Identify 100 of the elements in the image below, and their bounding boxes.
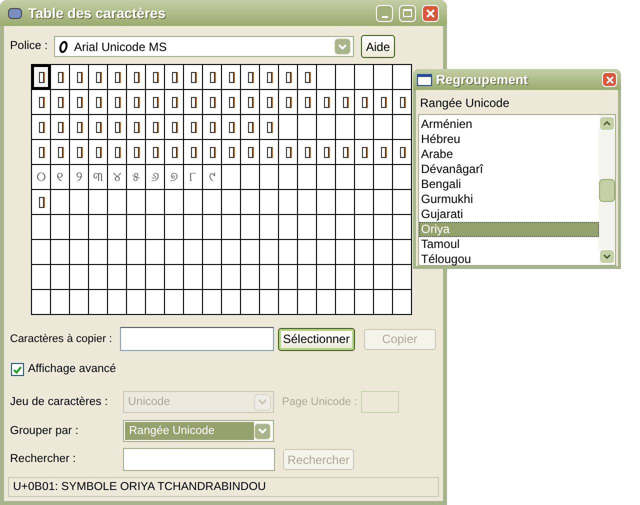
character-cell[interactable]	[279, 190, 298, 215]
close-button[interactable]	[422, 4, 439, 22]
character-cell[interactable]	[146, 290, 165, 315]
group-item[interactable]: Gurmukhi	[419, 192, 599, 207]
character-cell[interactable]	[336, 165, 355, 190]
character-cell[interactable]	[51, 190, 70, 215]
character-cell[interactable]	[165, 290, 184, 315]
character-cell[interactable]	[70, 240, 89, 265]
search-field[interactable]	[123, 448, 275, 472]
character-cell[interactable]	[241, 165, 260, 190]
character-cell[interactable]	[260, 290, 279, 315]
close-button[interactable]	[602, 72, 617, 87]
character-cell[interactable]	[32, 90, 51, 115]
character-cell[interactable]	[241, 265, 260, 290]
character-cell[interactable]	[336, 190, 355, 215]
character-cell[interactable]	[222, 290, 241, 315]
character-cell[interactable]	[203, 115, 222, 140]
character-cell[interactable]	[203, 290, 222, 315]
character-cell[interactable]	[146, 115, 165, 140]
character-cell[interactable]	[241, 215, 260, 240]
character-cell[interactable]	[203, 265, 222, 290]
character-cell[interactable]	[146, 65, 165, 90]
character-cell[interactable]	[184, 240, 203, 265]
character-cell[interactable]	[298, 65, 317, 90]
character-cell[interactable]	[374, 190, 393, 215]
character-cell[interactable]	[108, 65, 127, 90]
character-cell[interactable]: ୨	[70, 165, 89, 190]
character-cell[interactable]	[374, 140, 393, 165]
character-cell[interactable]	[165, 90, 184, 115]
character-cell[interactable]	[165, 265, 184, 290]
character-cell[interactable]	[108, 190, 127, 215]
character-cell[interactable]	[89, 265, 108, 290]
character-cell[interactable]	[32, 290, 51, 315]
character-cell[interactable]	[32, 190, 51, 215]
character-cell[interactable]	[393, 165, 412, 190]
character-cell[interactable]	[89, 290, 108, 315]
character-cell[interactable]	[279, 290, 298, 315]
character-cell[interactable]	[336, 240, 355, 265]
character-cell[interactable]	[298, 140, 317, 165]
character-cell[interactable]	[336, 290, 355, 315]
character-cell[interactable]: ୦	[32, 165, 51, 190]
character-cell[interactable]	[70, 140, 89, 165]
character-cell[interactable]	[298, 190, 317, 215]
character-cell[interactable]: ୧	[51, 165, 70, 190]
character-cell[interactable]	[127, 265, 146, 290]
character-cell[interactable]	[393, 115, 412, 140]
character-cell[interactable]	[393, 265, 412, 290]
character-cell[interactable]	[241, 190, 260, 215]
character-cell[interactable]	[336, 140, 355, 165]
character-cell[interactable]	[222, 140, 241, 165]
character-cell[interactable]	[393, 190, 412, 215]
character-cell[interactable]	[374, 215, 393, 240]
character-cell[interactable]	[222, 65, 241, 90]
character-cell[interactable]	[222, 165, 241, 190]
group-item[interactable]: Gujarati	[419, 207, 599, 222]
character-cell[interactable]	[298, 265, 317, 290]
character-cell[interactable]	[51, 90, 70, 115]
character-cell[interactable]	[393, 240, 412, 265]
character-cell[interactable]	[355, 165, 374, 190]
character-cell[interactable]	[317, 140, 336, 165]
character-cell[interactable]	[393, 65, 412, 90]
character-cell[interactable]	[374, 165, 393, 190]
character-cell[interactable]	[355, 240, 374, 265]
character-cell[interactable]	[279, 90, 298, 115]
character-cell[interactable]	[203, 240, 222, 265]
character-cell[interactable]	[51, 215, 70, 240]
character-cell[interactable]	[108, 140, 127, 165]
character-cell[interactable]	[146, 240, 165, 265]
character-cell[interactable]	[70, 190, 89, 215]
character-cell[interactable]	[89, 65, 108, 90]
character-cell[interactable]	[336, 215, 355, 240]
unicode-page-field[interactable]	[361, 391, 400, 414]
character-cell[interactable]	[89, 140, 108, 165]
character-cell[interactable]	[89, 240, 108, 265]
character-cell[interactable]	[374, 290, 393, 315]
character-cell[interactable]	[70, 90, 89, 115]
character-cell[interactable]	[165, 140, 184, 165]
character-cell[interactable]	[51, 65, 70, 90]
group-item[interactable]: Arabe	[419, 147, 599, 162]
character-cell[interactable]	[184, 265, 203, 290]
character-cell[interactable]	[165, 65, 184, 90]
scroll-down-icon[interactable]	[599, 249, 615, 264]
character-cell[interactable]	[203, 140, 222, 165]
character-cell[interactable]	[165, 240, 184, 265]
character-cell[interactable]	[108, 215, 127, 240]
character-cell[interactable]	[336, 90, 355, 115]
character-cell[interactable]	[127, 290, 146, 315]
character-cell[interactable]	[279, 165, 298, 190]
character-cell[interactable]	[146, 90, 165, 115]
character-cell[interactable]	[298, 215, 317, 240]
character-cell[interactable]	[260, 115, 279, 140]
character-cell[interactable]	[317, 115, 336, 140]
character-cell[interactable]	[146, 190, 165, 215]
character-cell[interactable]	[222, 240, 241, 265]
character-cell[interactable]	[393, 90, 412, 115]
character-cell[interactable]	[165, 115, 184, 140]
character-cell[interactable]	[260, 165, 279, 190]
character-cell[interactable]	[241, 290, 260, 315]
character-cell[interactable]	[51, 265, 70, 290]
character-cell[interactable]	[127, 215, 146, 240]
